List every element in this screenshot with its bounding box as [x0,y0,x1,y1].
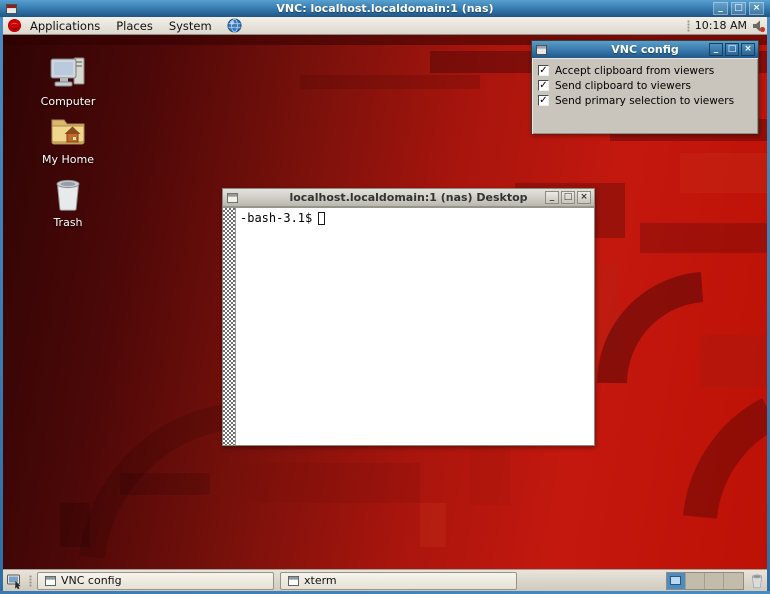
terminal-output: -bash-3.1$ [240,211,325,225]
clock[interactable]: 10:18 AM [695,19,747,32]
option-send-clipboard: ✓ Send clipboard to viewers [538,78,752,93]
vnc-config-window: VNC config _ □ × ✓ Accept clipboard from… [531,40,759,134]
menu-applications[interactable]: Applications [22,17,108,34]
terminal-cursor [318,212,325,225]
trash-applet-icon[interactable] [749,573,765,589]
menu-system[interactable]: System [161,17,220,34]
close-button[interactable]: × [749,2,764,15]
checkbox-accept-clipboard[interactable]: ✓ [538,65,549,76]
window-icon [45,576,56,586]
close-button[interactable]: × [577,191,591,204]
desktop-icon-label: Computer [41,95,96,108]
maximize-button[interactable]: □ [561,191,575,204]
vnc-viewer-titlebar[interactable]: VNC: localhost.localdomain:1 (nas) _ □ × [0,0,770,17]
desktop-icon-computer[interactable]: Computer [28,55,108,108]
trash-icon [53,176,83,213]
shell-prompt: -bash-3.1$ [240,211,312,225]
menu-places[interactable]: Places [108,17,161,34]
web-browser-launcher-globe-icon[interactable] [227,18,242,33]
desktop-icon-my-home[interactable]: My Home [28,113,108,166]
desktop[interactable]: Computer My Home Trash [0,35,770,569]
minimize-button[interactable]: _ [713,2,728,15]
checkbox-label: Send clipboard to viewers [555,80,691,92]
minimize-button[interactable]: _ [545,191,559,204]
gnome-top-panel: Applications Places System 10:18 AM [0,17,770,35]
workspace-4[interactable] [724,573,743,589]
option-send-primary-selection: ✓ Send primary selection to viewers [538,93,752,108]
workspace-1[interactable] [667,573,686,589]
close-button[interactable]: × [741,43,755,56]
computer-icon [49,55,87,92]
task-button-vnc-config[interactable]: VNC config [37,572,274,590]
task-label: xterm [304,574,337,587]
workspace-2[interactable] [686,573,705,589]
task-label: VNC config [61,574,122,587]
checkbox-label: Accept clipboard from viewers [555,65,714,77]
volume-icon[interactable] [752,19,766,33]
xterm-titlebar[interactable]: localhost.localdomain:1 (nas) Desktop _ … [223,189,594,207]
desktop-icon-label: My Home [42,153,94,166]
vnc-viewer-title: VNC: localhost.localdomain:1 (nas) [0,2,770,15]
maximize-button[interactable]: □ [731,2,746,15]
window-icon [288,576,299,586]
desktop-icon-trash[interactable]: Trash [28,176,108,229]
task-button-xterm[interactable]: xterm [280,572,517,590]
checkbox-send-primary-selection[interactable]: ✓ [538,95,549,106]
desktop-icon-label: Trash [53,216,82,229]
xterm-window: localhost.localdomain:1 (nas) Desktop _ … [222,188,595,446]
home-folder-icon [49,113,87,150]
panel-separator [687,20,690,32]
gnome-bottom-panel: VNC config xterm [0,569,770,591]
show-desktop-button[interactable] [6,573,23,589]
terminal-content[interactable]: -bash-3.1$ [223,207,594,445]
checkbox-send-clipboard[interactable]: ✓ [538,80,549,91]
minimize-button[interactable]: _ [709,43,723,56]
workspace-switcher [666,572,744,590]
maximize-button[interactable]: □ [725,43,739,56]
xterm-title: localhost.localdomain:1 (nas) Desktop [223,191,594,204]
redhat-menu-icon[interactable] [7,18,22,33]
workspace-3[interactable] [705,573,724,589]
checkbox-label: Send primary selection to viewers [555,95,734,107]
taskbar-separator [29,575,32,587]
window-border-left [0,17,3,594]
vnc-viewer-window: VNC: localhost.localdomain:1 (nas) _ □ ×… [0,0,770,594]
xterm-scrollbar[interactable] [223,208,236,445]
option-accept-clipboard: ✓ Accept clipboard from viewers [538,63,752,78]
vnc-config-body: ✓ Accept clipboard from viewers ✓ Send c… [532,58,758,134]
vnc-config-titlebar[interactable]: VNC config _ □ × [532,41,758,58]
